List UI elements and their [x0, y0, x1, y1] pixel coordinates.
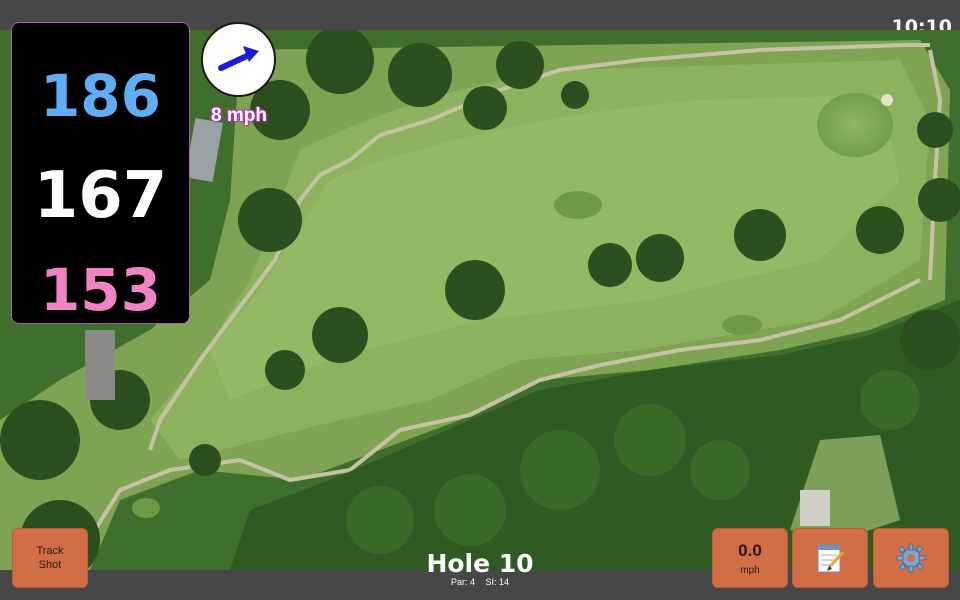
- speed-value: 0.0: [738, 540, 762, 560]
- wind-direction-dial: [201, 22, 276, 97]
- yardage-panel: 186 167 153: [11, 22, 190, 324]
- settings-button[interactable]: [873, 528, 949, 588]
- notepad-icon: [817, 544, 845, 573]
- gear-icon: [896, 543, 926, 573]
- arrow-icon: [218, 46, 259, 71]
- speed-unit: mph: [740, 564, 760, 576]
- hole-info: Par: 4 SI: 14: [380, 577, 580, 587]
- track-shot-button[interactable]: Track Shot: [12, 528, 88, 588]
- hole-par: Par: 4: [450, 577, 475, 587]
- middle-distance: 167: [33, 159, 168, 233]
- wind-speed-label: 8 mph: [211, 105, 267, 126]
- speed-button[interactable]: 0.0 mph: [712, 528, 788, 588]
- front-distance: 153: [39, 256, 162, 324]
- track-shot-label: Track Shot: [36, 545, 64, 571]
- hole-title: Hole 10: [426, 549, 534, 578]
- hole-stroke-index: SI: 14: [485, 577, 510, 587]
- back-distance: 186: [39, 62, 162, 130]
- notes-button[interactable]: [792, 528, 868, 588]
